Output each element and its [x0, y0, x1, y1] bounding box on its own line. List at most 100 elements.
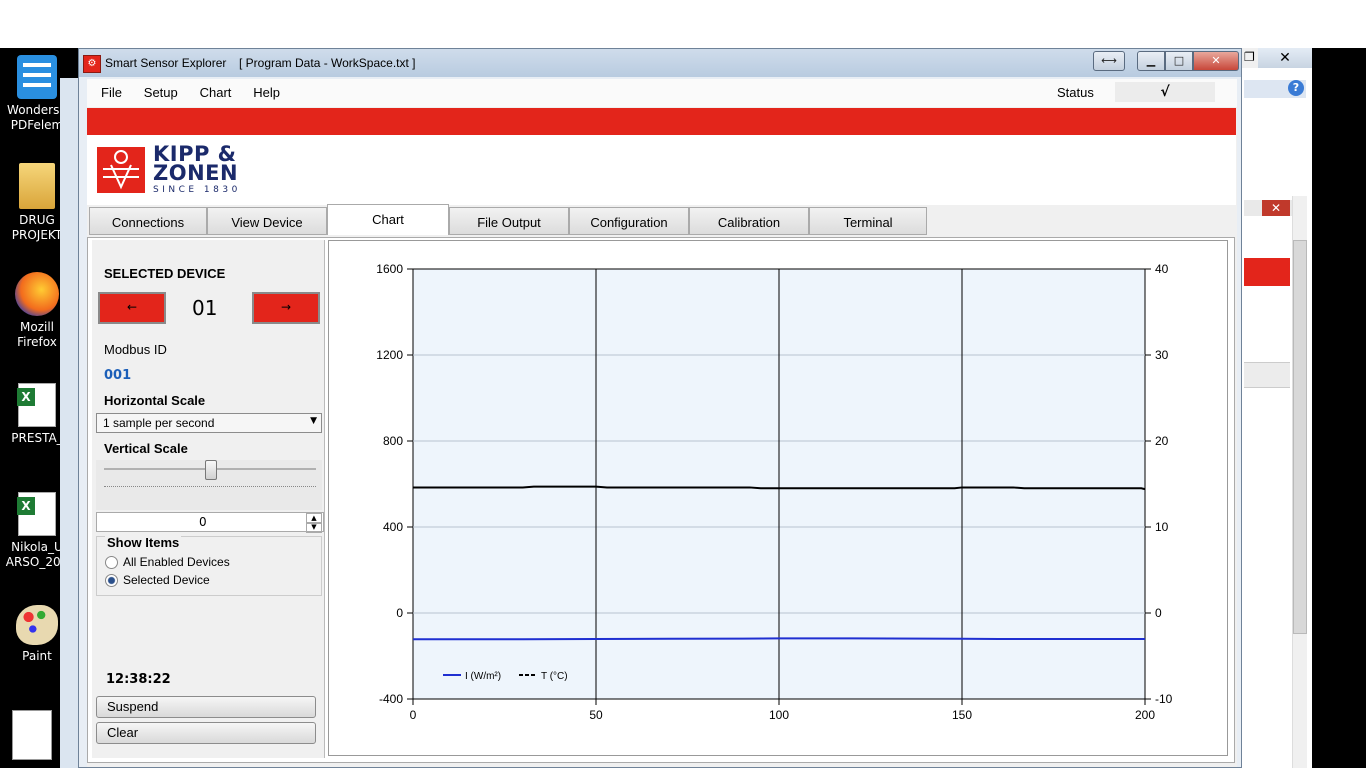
tab-connections[interactable]: Connections [89, 207, 207, 235]
menu-setup[interactable]: Setup [144, 85, 178, 100]
status-indicator: √ [1115, 82, 1215, 102]
modbus-id-label: Modbus ID [104, 342, 167, 357]
vertical-scale-spinbox[interactable]: 0 ▲ ▼ [96, 512, 324, 533]
x-tick-label: 50 [589, 708, 603, 722]
vertical-scale-slider[interactable] [96, 460, 322, 510]
client-area: File Setup Chart Help Status √ KIPP & ZO… [87, 79, 1237, 767]
x-tick-label: 150 [952, 708, 972, 722]
y-left-tick-label: 1600 [376, 262, 403, 276]
y-right-tick-label: 0 [1155, 606, 1162, 620]
background-red-bar [1244, 258, 1290, 286]
brand-band [87, 108, 1236, 135]
logo-line-2: ZONEN [153, 161, 239, 185]
tab-file-output[interactable]: File Output [449, 207, 569, 235]
pdfelement-icon [17, 55, 57, 99]
clear-button[interactable]: Clear [96, 722, 316, 744]
y-left-tick-label: 800 [383, 434, 403, 448]
y-right-tick-label: 30 [1155, 348, 1169, 362]
next-device-button[interactable]: → [252, 292, 320, 324]
close-icon: ✕ [1211, 54, 1221, 67]
radio-label: Selected Device [123, 573, 210, 587]
tab-chart[interactable]: Chart [327, 204, 449, 235]
previous-device-button[interactable]: ← [98, 292, 166, 324]
menu-help[interactable]: Help [253, 85, 280, 100]
radio-checked-icon [105, 574, 118, 587]
menu-bar: File Setup Chart Help Status √ [87, 79, 1237, 107]
modbus-id-value: 001 [104, 368, 132, 383]
radio-label: All Enabled Devices [123, 555, 230, 569]
show-items-group: Show Items All Enabled Devices Selected … [96, 535, 322, 596]
horizontal-arrows-icon: ⟷ [1101, 54, 1117, 67]
slider-thumb[interactable] [205, 460, 217, 480]
kipp-zonen-logo-icon [97, 147, 145, 193]
legend-entry: T (°C) [541, 671, 568, 682]
horizontal-scale-value: 1 sample per second [103, 416, 215, 430]
scrollbar-thumb[interactable] [1293, 240, 1307, 634]
logo-area: KIPP & ZONEN SINCE 1830 [87, 135, 1236, 205]
background-close-button[interactable]: ✕ [1258, 48, 1312, 68]
desktop-right-edge [1312, 48, 1366, 768]
maximize-button[interactable]: □ [1165, 51, 1193, 71]
tab-calibration[interactable]: Calibration [689, 207, 809, 235]
y-right-tick-label: 20 [1155, 434, 1169, 448]
horizontal-scale-select[interactable]: 1 sample per second ▼ [96, 413, 322, 433]
minimize-button[interactable]: ▁ [1137, 51, 1165, 71]
chart-panel: 1600 1200 800 400 0 -400 40 30 20 10 0 -10 0 50 100 150… [328, 240, 1228, 756]
y-left-tick-label: 0 [396, 606, 403, 620]
y-left-tick-label: -400 [379, 692, 403, 706]
firefox-icon [15, 272, 59, 316]
slider-ticks [104, 486, 316, 491]
spinbox-value: 0 [199, 515, 207, 529]
close-button[interactable]: ✕ [1193, 51, 1239, 71]
menu-chart[interactable]: Chart [200, 85, 232, 100]
document-thumbnail-icon[interactable] [12, 710, 52, 760]
folder-icon [19, 163, 55, 209]
background-row [1244, 362, 1290, 388]
spin-down-icon[interactable]: ▼ [306, 522, 322, 533]
tab-terminal[interactable]: Terminal [809, 207, 927, 235]
series-line-irradiance [413, 637, 1145, 641]
radio-unchecked-icon [105, 556, 118, 569]
tab-strip: Connections View Device Chart File Outpu… [87, 204, 1236, 237]
resize-arrows-button[interactable]: ⟷ [1093, 51, 1125, 71]
minimize-icon: ▁ [1146, 54, 1156, 67]
x-tick-label: 100 [769, 708, 789, 722]
menu-file[interactable]: File [101, 85, 122, 100]
arrow-right-icon: → [280, 300, 292, 314]
y-right-tick-label: -10 [1155, 692, 1173, 706]
x-tick-label: 0 [410, 708, 417, 722]
line-chart: 160012008004000-400403020100-100 50 100 150… [376, 262, 1173, 722]
device-panel: SELECTED DEVICE ← 01 → Modbus ID 001 Hor… [92, 240, 325, 758]
x-tick-label: 200 [1135, 708, 1155, 722]
y-right-tick-label: 40 [1155, 262, 1169, 276]
chevron-down-icon: ▼ [310, 416, 317, 426]
underlying-window-edge [60, 78, 78, 768]
selected-device-heading: SELECTED DEVICE [104, 266, 226, 281]
help-icon[interactable]: ? [1288, 80, 1304, 96]
show-items-label: Show Items [105, 535, 182, 550]
tab-configuration[interactable]: Configuration [569, 207, 689, 235]
title-bar[interactable]: ⚙ Smart Sensor Explorer [ Program Data -… [79, 49, 1241, 77]
y-left-tick-label: 400 [383, 520, 403, 534]
logo-tagline: SINCE 1830 [153, 185, 241, 195]
app-window: ⚙ Smart Sensor Explorer [ Program Data -… [78, 48, 1242, 768]
y-left-tick-label: 1200 [376, 348, 403, 362]
paint-palette-icon [16, 605, 58, 645]
maximize-icon: □ [1173, 54, 1185, 67]
horizontal-scale-label: Horizontal Scale [104, 393, 206, 408]
tab-view-device[interactable]: View Device [207, 207, 327, 235]
arrow-left-icon: ← [126, 300, 138, 314]
legend-entry: I (W/m²) [465, 671, 501, 682]
current-time: 12:38:22 [106, 672, 171, 687]
window-subtitle: [ Program Data - WorkSpace.txt ] [239, 56, 416, 70]
device-number: 01 [192, 296, 218, 320]
status-label: Status [1057, 85, 1094, 100]
app-logo-icon: ⚙ [83, 55, 101, 73]
suspend-button[interactable]: Suspend [96, 696, 316, 718]
window-title: Smart Sensor Explorer [105, 56, 227, 70]
y-right-tick-label: 10 [1155, 520, 1169, 534]
excel-icon: X [17, 492, 56, 536]
chart-tab-content: SELECTED DEVICE ← 01 → Modbus ID 001 Hor… [87, 237, 1235, 763]
vertical-scale-label: Vertical Scale [104, 441, 188, 456]
background-close-icon[interactable]: ✕ [1262, 200, 1290, 216]
